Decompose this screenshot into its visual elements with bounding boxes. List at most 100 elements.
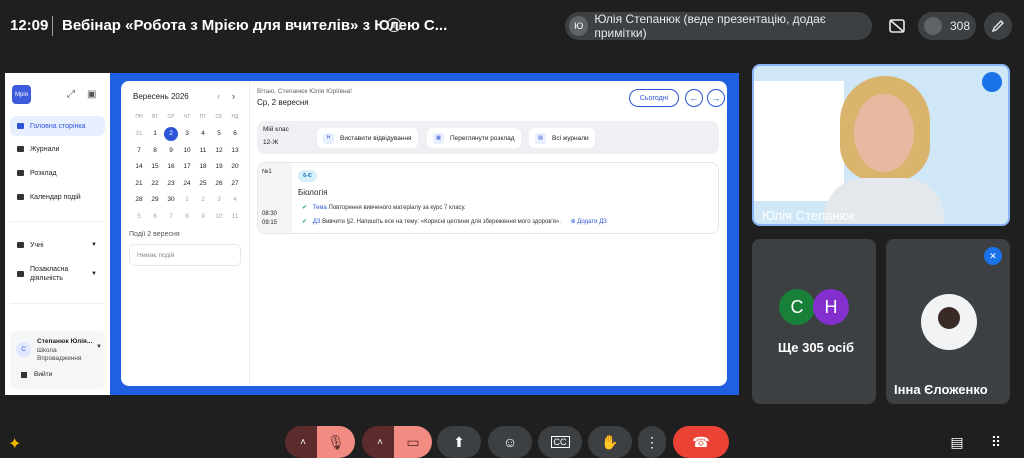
nav-students[interactable]: Учні ▼ — [10, 235, 105, 255]
calendar-day[interactable]: 1 — [147, 126, 163, 143]
calendar-day[interactable]: 1 — [179, 192, 195, 209]
weekday-label: ВТ — [151, 114, 159, 121]
calendar-day[interactable]: 5 — [131, 208, 147, 225]
calendar-day[interactable]: 28 — [131, 192, 147, 209]
chat-icon: ▤ — [950, 433, 964, 450]
calendar-row: 14 15 16 17 18 19 20 — [131, 159, 243, 176]
prev-month-icon[interactable]: ‹ — [217, 91, 220, 101]
nav-extracurricular[interactable]: Позакласна діяльність ▼ — [10, 261, 105, 287]
sidebar-toggle-icon[interactable]: ▣ — [87, 89, 96, 100]
calendar-day[interactable]: 24 — [179, 175, 195, 192]
calendar-day[interactable]: 27 — [227, 175, 243, 192]
lesson-subject: Біологія — [298, 188, 328, 197]
calendar-day[interactable]: 5 — [211, 126, 227, 143]
calendar-day[interactable]: 4 — [195, 126, 211, 143]
add-homework-button[interactable]: ⊕ Додати ДЗ — [571, 219, 607, 225]
calendar-day[interactable]: 10 — [211, 208, 227, 225]
calendar-day[interactable]: 16 — [163, 159, 179, 176]
edit-button[interactable] — [984, 12, 1012, 40]
present-button[interactable]: ⬆ — [437, 426, 481, 458]
calendar-day[interactable]: 23 — [163, 175, 179, 192]
mark-attendance-button[interactable]: Н Виставити відвідування — [317, 128, 418, 148]
hide-video-button[interactable] — [882, 12, 912, 40]
calendar-day[interactable]: 25 — [195, 175, 211, 192]
mini-calendar: ПН ВТ СР ЧТ ПТ СБ НД 31 1 2 3 4 5 6 7 8 9 10 11 12 13 14 15 16 1… — [131, 109, 243, 225]
today-button[interactable]: Сьогодні — [629, 89, 679, 107]
gemini-icon[interactable]: ✦ — [8, 434, 21, 454]
logout-button[interactable]: Вийти — [34, 371, 52, 378]
activities-button[interactable]: ⠿ — [982, 426, 1010, 458]
chevron-down-icon: ▼ — [96, 344, 102, 350]
calendar-day[interactable]: 8 — [147, 142, 163, 159]
calendar-day[interactable]: 19 — [211, 159, 227, 176]
calendar-row: ПН ВТ СР ЧТ ПТ СБ НД — [131, 109, 243, 126]
audio-options-button[interactable]: ˄ — [285, 426, 321, 458]
mic-toggle-button[interactable]: 🎙 — [317, 426, 355, 458]
calendar-day[interactable]: 8 — [179, 208, 195, 225]
calendar-day[interactable]: 9 — [195, 208, 211, 225]
next-day-button[interactable]: → — [707, 89, 725, 107]
next-month-icon[interactable]: › — [232, 91, 235, 101]
calendar-day[interactable]: 7 — [131, 142, 147, 159]
weekday-label: ЧТ — [183, 114, 191, 121]
all-journals-button[interactable]: ▤ Всі журнали — [529, 128, 595, 148]
video-options-button[interactable]: ˄ — [362, 426, 398, 458]
raise-hand-button[interactable]: ✋ — [588, 426, 632, 458]
calendar-day[interactable]: 22 — [147, 175, 163, 192]
captions-button[interactable]: CC — [538, 426, 582, 458]
calendar-day[interactable]: 31 — [131, 126, 147, 143]
calendar-day[interactable]: 30 — [163, 192, 179, 209]
camera-toggle-button[interactable]: ▭ — [394, 426, 432, 458]
background-banner — [754, 81, 844, 201]
nav-label: Головна сторінка — [30, 122, 86, 130]
leave-call-button[interactable]: ☎ — [673, 426, 729, 458]
view-schedule-button[interactable]: ▦ Переглянути розклад — [427, 128, 521, 148]
calendar-day[interactable]: 2 — [195, 192, 211, 209]
calendar-day[interactable]: 3 — [211, 192, 227, 209]
others-tile[interactable]: С Н Ще 305 осіб — [752, 239, 876, 404]
person-face — [854, 94, 914, 172]
chevron-down-icon: ▼ — [91, 242, 97, 248]
calendar-month: Вересень 2026 — [133, 92, 189, 101]
weekday-label: СР — [167, 114, 175, 121]
reactions-button[interactable]: ☺ — [488, 426, 532, 458]
calendar-day[interactable]: 15 — [147, 159, 163, 176]
nav-journals[interactable]: Журнали — [10, 139, 105, 159]
calendar-day[interactable]: 7 — [163, 208, 179, 225]
calendar-day[interactable]: 6 — [227, 126, 243, 143]
info-icon[interactable]: i — [387, 18, 401, 32]
calendar-day[interactable]: 29 — [147, 192, 163, 209]
prev-day-button[interactable]: ← — [685, 89, 703, 107]
calendar-day[interactable]: 9 — [163, 142, 179, 159]
user-card[interactable]: С Степанюк Юлія... Школа Впровадження ▼ … — [10, 331, 105, 389]
calendar-day[interactable]: 14 — [131, 159, 147, 176]
avatar: Н — [813, 289, 849, 325]
more-options-button[interactable]: ⋮ — [638, 426, 666, 458]
expand-icon[interactable]: ⤢ — [67, 89, 75, 100]
calendar-day[interactable]: 4 — [227, 192, 243, 209]
calendar-icon — [17, 194, 24, 200]
calendar-day[interactable]: 13 — [227, 142, 243, 159]
nav-calendar[interactable]: Календар подій — [10, 187, 105, 207]
nav-schedule[interactable]: Розклад — [10, 163, 105, 183]
participants-button[interactable]: 308 — [918, 12, 976, 40]
calendar-day[interactable]: 20 — [227, 159, 243, 176]
calendar-day[interactable]: 11 — [227, 208, 243, 225]
chat-button[interactable]: ▤ — [943, 426, 971, 458]
presenter-video-tile[interactable]: Юлія Степанюк — [752, 64, 1010, 226]
calendar-day[interactable]: 17 — [179, 159, 195, 176]
calendar-day[interactable]: 10 — [179, 142, 195, 159]
calendar-day[interactable]: 6 — [147, 208, 163, 225]
topic-label: Тема — [312, 205, 327, 211]
calendar-day[interactable]: 12 — [211, 142, 227, 159]
calendar-day[interactable]: 11 — [195, 142, 211, 159]
nav-home[interactable]: Головна сторінка — [10, 116, 105, 136]
calendar-day[interactable]: 18 — [195, 159, 211, 176]
calendar-day[interactable]: 21 — [131, 175, 147, 192]
calendar-day[interactable]: 26 — [211, 175, 227, 192]
presenter-chip[interactable]: Ю Юлія Степанюк (веде презентацію, додає… — [565, 12, 872, 40]
calendar-day[interactable]: 3 — [179, 126, 195, 143]
lesson-card[interactable]: №1 08:30 09:15 6-Є Біологія ✔ Тема Повто… — [257, 162, 719, 234]
participant-tile[interactable]: ✕ Інна Єложенко — [886, 239, 1010, 404]
calendar-day[interactable]: 2 — [164, 126, 178, 141]
